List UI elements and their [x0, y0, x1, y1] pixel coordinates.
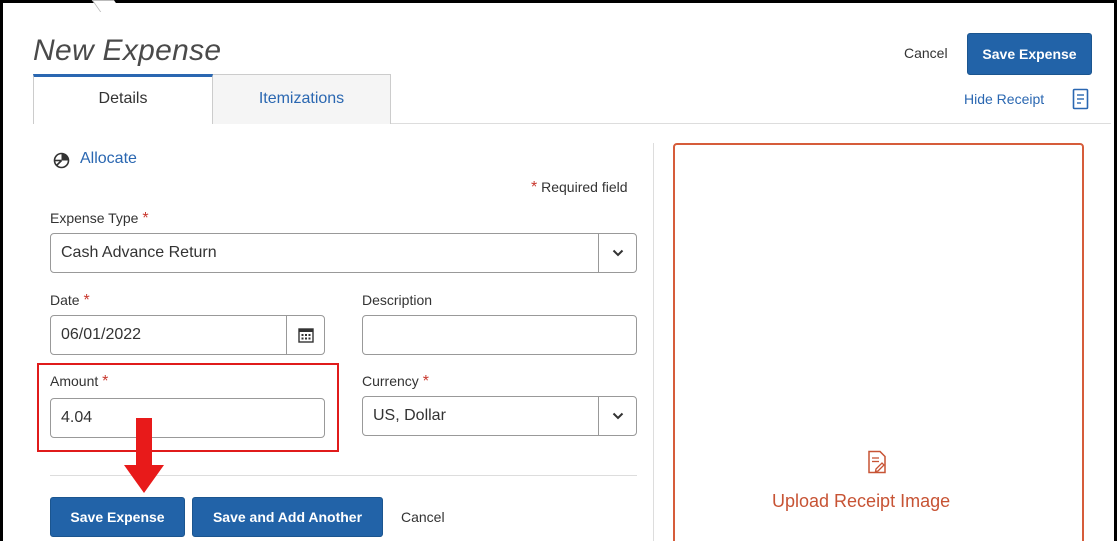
calendar-icon[interactable]	[286, 316, 324, 354]
date-label-text: Date	[50, 292, 80, 308]
expense-type-label-text: Expense Type	[50, 210, 139, 226]
date-value: 06/01/2022	[61, 326, 142, 343]
annotation-arrow-head	[124, 465, 164, 493]
description-label: Description	[362, 292, 432, 308]
amount-label: Amount *	[50, 373, 108, 391]
upload-receipt-label[interactable]: Upload Receipt Image	[772, 491, 950, 512]
description-input[interactable]	[362, 315, 637, 355]
required-field-label: Required field	[541, 179, 628, 195]
amount-label-text: Amount	[50, 373, 99, 389]
required-star: *	[83, 292, 90, 309]
save-and-add-another-button[interactable]: Save and Add Another	[192, 497, 383, 537]
frame-border	[0, 0, 3, 541]
receipt-icon[interactable]	[1072, 88, 1089, 110]
chevron-down-icon[interactable]	[598, 397, 636, 435]
frame-border	[0, 0, 1117, 3]
receipt-upload-area[interactable]	[673, 143, 1084, 541]
currency-label-text: Currency	[362, 373, 419, 389]
hide-receipt-link[interactable]: Hide Receipt	[964, 91, 1044, 107]
required-field-note: * Required field	[531, 179, 628, 197]
tab-divider	[391, 123, 1111, 124]
expense-window: New Expense Cancel Save Expense Details …	[0, 0, 1117, 541]
expense-type-value: Cash Advance Return	[61, 244, 217, 261]
currency-label: Currency *	[362, 373, 429, 391]
required-star: *	[531, 179, 538, 196]
upload-receipt-icon[interactable]	[867, 450, 887, 474]
date-input[interactable]: 06/01/2022	[50, 315, 325, 355]
tab-itemizations[interactable]: Itemizations	[213, 74, 391, 124]
page-title: New Expense	[33, 34, 222, 67]
expense-type-select[interactable]: Cash Advance Return	[50, 233, 637, 273]
pie-chart-icon[interactable]	[53, 152, 70, 169]
chevron-down-icon[interactable]	[598, 234, 636, 272]
amount-input[interactable]: 4.04	[50, 398, 325, 438]
expense-type-label: Expense Type *	[50, 210, 149, 228]
amount-value: 4.04	[61, 409, 93, 426]
description-label-text: Description	[362, 292, 433, 308]
currency-value: US, Dollar	[373, 407, 446, 424]
currency-select[interactable]: US, Dollar	[362, 396, 637, 436]
footer-cancel-link[interactable]: Cancel	[401, 509, 445, 525]
required-star: *	[102, 373, 109, 390]
annotation-arrow-shaft	[136, 418, 152, 466]
panel-divider	[653, 143, 654, 541]
tab-details[interactable]: Details	[33, 74, 213, 124]
save-expense-button[interactable]: Save Expense	[50, 497, 185, 537]
allocate-link[interactable]: Allocate	[80, 150, 137, 168]
required-star: *	[422, 373, 429, 390]
required-star: *	[142, 210, 149, 227]
header-save-expense-button[interactable]: Save Expense	[967, 33, 1092, 75]
header-cancel-link[interactable]: Cancel	[904, 45, 948, 61]
date-label: Date *	[50, 292, 90, 310]
